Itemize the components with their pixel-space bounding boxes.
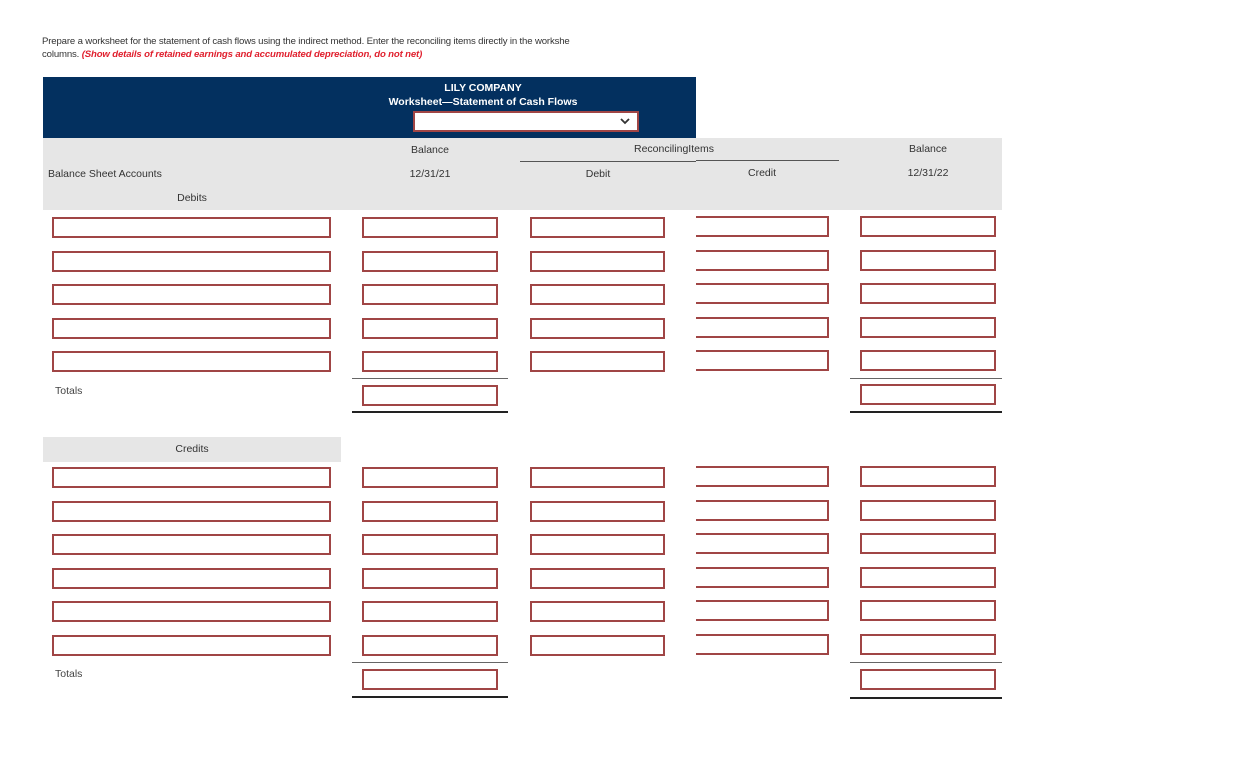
credit-row-debit-input[interactable] (530, 467, 665, 488)
debit-row-debit-input[interactable] (530, 251, 665, 272)
debit-row-balance-start-input[interactable] (362, 284, 498, 305)
credit-row-credit-input[interactable] (696, 500, 829, 521)
instructions-line2: columns. (Show details of retained earni… (42, 49, 702, 62)
credit-row-credit-input[interactable] (696, 533, 829, 554)
debit-row-account-input[interactable] (52, 351, 331, 372)
col-header-reconciling-text: Reconciling (634, 143, 689, 155)
credits-total-balance-end-input[interactable] (860, 669, 996, 690)
debit-row-credit-input[interactable] (696, 350, 829, 371)
section-label-credits: Credits (43, 437, 341, 462)
debit-row-debit-input[interactable] (530, 284, 665, 305)
debit-row-debit-input[interactable] (530, 318, 665, 339)
credit-row-debit-input[interactable] (530, 568, 665, 589)
debits-subtotal-rule-end (850, 378, 1002, 379)
credit-row-balance-start-input[interactable] (362, 534, 498, 555)
credit-row-account-input[interactable] (52, 635, 331, 656)
reconciling-rule-right (696, 160, 839, 161)
credit-row-balance-start-input[interactable] (362, 501, 498, 522)
instructions-line1: Prepare a worksheet for the statement of… (42, 36, 570, 47)
debit-row-balance-end-input[interactable] (860, 317, 996, 338)
col-header-balance-end-date: 12/31/22 (907, 167, 949, 179)
credit-row-balance-start-input[interactable] (362, 601, 498, 622)
credit-row-account-input[interactable] (52, 568, 331, 589)
company-name: LILY COMPANY (444, 82, 522, 94)
credit-row-debit-input[interactable] (530, 601, 665, 622)
credit-row-balance-start-input[interactable] (362, 467, 498, 488)
instructions: Prepare a worksheet for the statement of… (42, 36, 702, 61)
credit-row-account-input[interactable] (52, 501, 331, 522)
credit-row-balance-end-input[interactable] (860, 567, 996, 588)
debit-row-balance-start-input[interactable] (362, 251, 498, 272)
debit-row-balance-end-input[interactable] (860, 283, 996, 304)
debit-row-credit-input[interactable] (696, 283, 829, 304)
debits-total-balance-end-input[interactable] (860, 384, 996, 405)
debits-totals-label: Totals (55, 385, 83, 397)
credit-row-balance-end-input[interactable] (860, 634, 996, 655)
instructions-note: (Show details of retained earnings and a… (81, 48, 423, 60)
credit-row-balance-end-input[interactable] (860, 466, 996, 487)
debit-row-account-input[interactable] (52, 251, 331, 272)
credit-row-balance-start-input[interactable] (362, 635, 498, 656)
worksheet-title: Worksheet—Statement of Cash Flows (388, 96, 578, 108)
credits-total-double-rule-start (352, 696, 508, 698)
chevron-down-icon (620, 118, 630, 125)
col-header-debit: Debit (585, 168, 611, 180)
col-header-balance-start: Balance (411, 144, 449, 156)
credit-row-debit-input[interactable] (530, 501, 665, 522)
credits-total-double-rule-end (850, 697, 1002, 699)
credit-row-account-input[interactable] (52, 601, 331, 622)
credit-row-account-input[interactable] (52, 534, 331, 555)
debit-row-balance-end-input[interactable] (860, 250, 996, 271)
credit-row-credit-input[interactable] (696, 634, 829, 655)
credits-subtotal-rule-end (850, 662, 1002, 663)
credit-row-debit-input[interactable] (530, 635, 665, 656)
col-header-reconciling: ReconcilingItems (634, 143, 714, 155)
section-label-debits: Debits (177, 192, 207, 204)
col-header-balance-start-date: 12/31/21 (409, 168, 451, 180)
debit-row-account-input[interactable] (52, 217, 331, 238)
debit-row-balance-start-input[interactable] (362, 217, 498, 238)
debits-total-balance-start-input[interactable] (362, 385, 498, 406)
debit-row-balance-end-input[interactable] (860, 216, 996, 237)
reconciling-rule-left (520, 161, 696, 162)
col-header-reconciling-items: Items (688, 143, 714, 155)
credit-row-balance-end-input[interactable] (860, 500, 996, 521)
col-header-accounts: Balance Sheet Accounts (48, 168, 162, 180)
credit-row-debit-input[interactable] (530, 534, 665, 555)
credits-totals-label: Totals (55, 668, 83, 680)
credit-row-balance-end-input[interactable] (860, 533, 996, 554)
credit-row-credit-input[interactable] (696, 600, 829, 621)
debit-row-balance-start-input[interactable] (362, 318, 498, 339)
debit-row-balance-start-input[interactable] (362, 351, 498, 372)
debits-total-double-rule-start (352, 411, 508, 413)
debit-row-credit-input[interactable] (696, 216, 829, 237)
debit-row-credit-input[interactable] (696, 250, 829, 271)
debit-row-debit-input[interactable] (530, 351, 665, 372)
debit-row-account-input[interactable] (52, 318, 331, 339)
debits-subtotal-rule-start (352, 378, 508, 379)
instructions-line2-text: columns. (42, 48, 80, 60)
credits-subtotal-rule-start (352, 662, 508, 663)
credit-row-credit-input[interactable] (696, 567, 829, 588)
col-header-balance-end: Balance (909, 143, 947, 155)
col-header-credit: Credit (747, 167, 776, 179)
credit-row-balance-start-input[interactable] (362, 568, 498, 589)
credits-total-balance-start-input[interactable] (362, 669, 498, 690)
credit-row-account-input[interactable] (52, 467, 331, 488)
credit-row-credit-input[interactable] (696, 466, 829, 487)
debits-total-double-rule-end (850, 411, 1002, 413)
date-select[interactable] (413, 111, 639, 132)
debit-row-debit-input[interactable] (530, 217, 665, 238)
debit-row-credit-input[interactable] (696, 317, 829, 338)
credit-row-balance-end-input[interactable] (860, 600, 996, 621)
debit-row-balance-end-input[interactable] (860, 350, 996, 371)
debit-row-account-input[interactable] (52, 284, 331, 305)
